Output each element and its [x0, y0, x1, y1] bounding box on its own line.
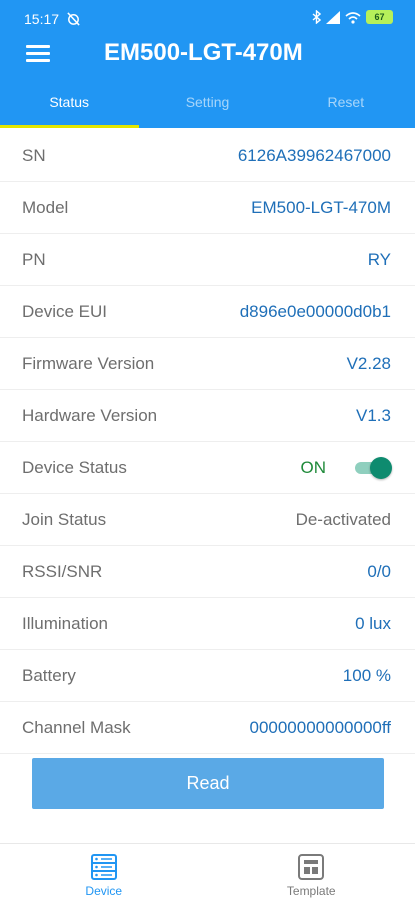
row-device-eui: Device EUI d896e0e00000d0b1 [0, 286, 415, 338]
row-channel-mask: Channel Mask 00000000000000ff [0, 702, 415, 754]
signal-icon [326, 10, 340, 24]
row-pn: PN RY [0, 234, 415, 286]
app-bar: 15:17 67 EM500-LGT-470M Status Setting R [0, 0, 415, 128]
template-icon [298, 854, 325, 880]
row-value: 100 % [342, 666, 391, 685]
status-icons: 67 [312, 10, 393, 24]
tab-setting[interactable]: Setting [138, 80, 276, 128]
row-rssi-snr: RSSI/SNR 0/0 [0, 546, 415, 598]
alarm-off-icon [67, 12, 80, 26]
row-label: Join Status [22, 510, 107, 529]
row-label: Hardware Version [22, 406, 158, 425]
row-value: 6126A39962467000 [237, 146, 391, 165]
read-button[interactable]: Read [32, 758, 384, 809]
tab-bar: Status Setting Reset [0, 80, 415, 128]
nav-device-label: Device [85, 884, 123, 898]
device-status-value: ON [300, 458, 327, 477]
system-status-bar: 15:17 67 [0, 0, 415, 36]
row-label: RSSI/SNR [22, 562, 103, 581]
row-value: V2.28 [346, 354, 391, 373]
page-title: EM500-LGT-470M [104, 39, 303, 66]
row-join-status: Join Status De-activated [0, 494, 415, 546]
tab-indicator [0, 125, 139, 128]
battery-icon: 67 [366, 10, 393, 24]
status-time: 15:17 [24, 11, 60, 27]
bluetooth-icon [312, 10, 321, 24]
row-firmware-version: Firmware Version V2.28 [0, 338, 415, 390]
row-value: 0/0 [367, 562, 391, 581]
status-list: SN 6126A39962467000 Model EM500-LGT-470M… [0, 130, 415, 754]
row-model: Model EM500-LGT-470M [0, 182, 415, 234]
menu-icon[interactable] [26, 42, 54, 66]
row-value: V1.3 [356, 406, 391, 425]
row-value: d896e0e00000d0b1 [239, 302, 391, 321]
row-device-status: Device Status ON [0, 442, 415, 494]
device-status-toggle[interactable] [354, 456, 392, 480]
tab-status[interactable]: Status [0, 80, 138, 128]
row-label: Device EUI [22, 302, 108, 321]
row-label: Battery [22, 666, 76, 685]
row-label: Illumination [22, 614, 108, 633]
row-battery: Battery 100 % [0, 650, 415, 702]
toggle-knob [370, 457, 392, 479]
row-value: EM500-LGT-470M [251, 198, 391, 217]
nav-device[interactable]: Device [0, 844, 208, 900]
row-label: Model [22, 198, 69, 217]
row-hardware-version: Hardware Version V1.3 [0, 390, 415, 442]
row-value: RY [367, 250, 391, 269]
row-sn: SN 6126A39962467000 [0, 130, 415, 182]
server-icon [90, 854, 117, 880]
row-label: SN [22, 146, 46, 165]
bottom-nav: Device Template [0, 843, 415, 900]
row-label: Device Status [22, 458, 127, 477]
row-label: Channel Mask [22, 718, 131, 737]
row-illumination: Illumination 0 lux [0, 598, 415, 650]
nav-template[interactable]: Template [208, 844, 415, 900]
row-label: PN [22, 250, 46, 269]
row-label: Firmware Version [22, 354, 155, 373]
row-value: 0 lux [355, 614, 391, 633]
wifi-icon [345, 11, 361, 24]
row-value: 00000000000000ff [249, 718, 391, 737]
tab-reset[interactable]: Reset [277, 80, 415, 128]
nav-template-label: Template [286, 884, 336, 898]
row-value: De-activated [295, 510, 391, 529]
